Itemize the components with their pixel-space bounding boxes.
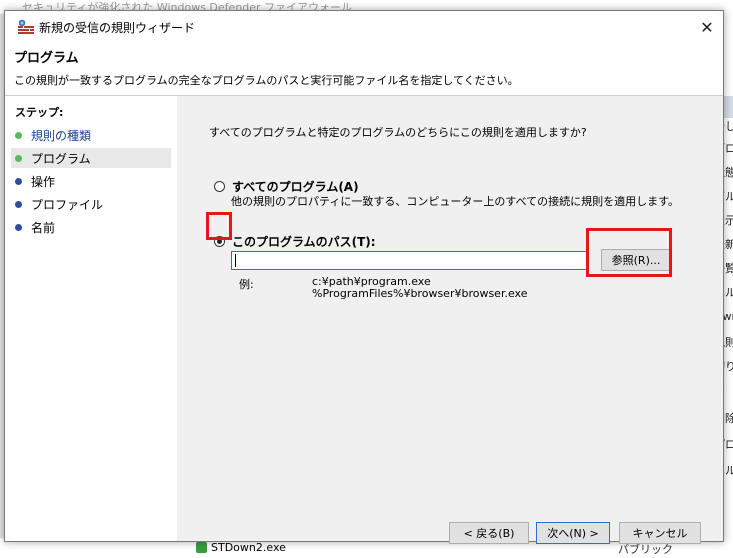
background-rule-name: STDown2.exe <box>211 541 286 554</box>
step-status-icon <box>15 200 22 208</box>
all-programs-radio[interactable] <box>214 181 225 192</box>
wizard-content: すべてのプログラムと特定のプログラムのどちらにこの規則を適用しますか? すべての… <box>177 96 723 544</box>
step-label: プロファイル <box>31 197 104 212</box>
dialog-titlebar: 新規の受信の規則ウィザード ✕ <box>5 11 723 43</box>
step-status-icon <box>15 131 22 139</box>
steps-heading: ステップ: <box>15 106 64 119</box>
step-status-icon <box>15 177 22 185</box>
enabled-check-icon <box>196 542 207 553</box>
step-action[interactable]: 操作 <box>11 171 171 191</box>
cancel-button[interactable]: キャンセル <box>619 522 701 544</box>
step-status-icon <box>15 154 22 162</box>
radio-highlight-box <box>206 212 232 240</box>
close-button[interactable]: ✕ <box>691 11 723 43</box>
background-rule-row[interactable]: STDown2.exe <box>196 541 286 554</box>
text-caret <box>235 254 236 267</box>
step-label: 操作 <box>31 174 56 189</box>
example-paths: c:¥path¥program.exe %ProgramFiles%¥brows… <box>312 276 527 300</box>
dialog-title: 新規の受信の規則ウィザード <box>39 21 196 35</box>
firewall-app-icon <box>18 19 34 34</box>
page-description: この規則が一致するプログラムの完全なプログラムのパスと実行可能ファイル名を指定し… <box>14 74 519 87</box>
program-path-input[interactable] <box>231 251 588 270</box>
steps-panel: ステップ: 規則の種類 プログラム 操作 プロファイル 名前 <box>5 96 177 541</box>
step-name[interactable]: 名前 <box>11 217 171 237</box>
program-question: すべてのプログラムと特定のプログラムのどちらにこの規則を適用しますか? <box>209 126 587 139</box>
next-button[interactable]: 次へ(N) > <box>536 522 610 544</box>
step-status-icon <box>15 223 22 231</box>
step-label: プログラム <box>31 151 91 166</box>
page-title: プログラム <box>14 51 79 66</box>
program-path-option[interactable]: このプログラムのパス(T): <box>214 233 376 250</box>
example-label: 例: <box>239 278 254 291</box>
all-programs-description: 他の規則のプロパティに一致する、コンピューター上のすべての接続に規則を適用します… <box>231 195 680 208</box>
program-path-label: このプログラムのパス(T): <box>232 235 376 249</box>
step-program[interactable]: プログラム <box>11 148 171 168</box>
example-path-2: %ProgramFiles%¥browser¥browser.exe <box>312 287 528 300</box>
step-profile[interactable]: プロファイル <box>11 194 171 214</box>
browse-highlight-box <box>586 228 672 277</box>
step-label: 規則の種類 <box>31 128 92 143</box>
wizard-header: プログラム この規則が一致するプログラムの完全なプログラムのパスと実行可能ファイ… <box>5 43 723 96</box>
step-label: 名前 <box>31 220 56 235</box>
close-icon: ✕ <box>700 17 714 37</box>
back-button[interactable]: < 戻る(B) <box>449 522 529 544</box>
step-rule-type[interactable]: 規則の種類 <box>11 125 171 145</box>
